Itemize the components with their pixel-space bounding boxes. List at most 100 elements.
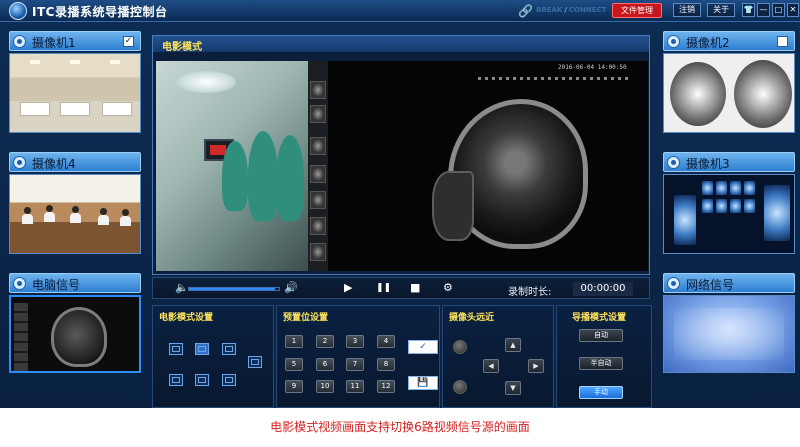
camera-3-label: 摄像机3: [686, 157, 730, 171]
stop-button[interactable]: ■: [410, 282, 420, 294]
status-separator: /: [564, 6, 567, 14]
layout-pip-right-button[interactable]: [248, 356, 262, 368]
person: [22, 214, 33, 224]
preset-confirm-button[interactable]: ✓: [408, 340, 438, 354]
ct-slice: [744, 199, 755, 213]
mri-thumbnail: [310, 191, 326, 209]
settings-gear-icon[interactable]: ⚙: [443, 282, 453, 294]
camera-icon: [13, 156, 26, 169]
preset-settings-title: 预置位设置: [283, 313, 329, 323]
bed: [20, 102, 50, 116]
mri-series-strip: [308, 61, 328, 271]
person: [44, 212, 55, 222]
camera-1-checkbox[interactable]: ✓: [123, 36, 134, 47]
camera-icon: [13, 35, 26, 48]
caption-text: 电影模式视频画面支持切换6路视频信号源的画面: [270, 420, 530, 434]
preset-button[interactable]: 2: [316, 335, 334, 348]
mri-face-profile: [432, 171, 474, 241]
surgeon: [222, 141, 248, 211]
layout-pip-left-button[interactable]: [169, 374, 183, 386]
camera-4-label: 摄像机4: [32, 157, 76, 171]
maximize-icon[interactable]: □: [772, 3, 785, 17]
video-mode-title: 电影模式: [162, 42, 202, 53]
preset-button[interactable]: 11: [346, 380, 364, 393]
volume-slider-fill: [189, 288, 275, 290]
director-mode-title: 导播模式设置: [572, 313, 627, 323]
link-icon: 🔗: [518, 4, 533, 18]
pc-signal-preview[interactable]: [9, 295, 141, 373]
person: [24, 207, 31, 214]
mode-auto-button[interactable]: 自动: [579, 329, 623, 342]
network-signal-preview[interactable]: [663, 295, 795, 373]
title-bar: ITC录播系统导播控制台 🔗 BREAK / CONNECT 文件管理 注销 关于 …: [0, 0, 800, 22]
minimize-icon[interactable]: —: [757, 3, 770, 17]
mode-manual-button[interactable]: 手动: [579, 386, 623, 399]
xray-image: [734, 60, 792, 128]
about-button[interactable]: 关于: [707, 3, 735, 17]
mri-thumbnail: [310, 217, 326, 235]
zoom-in-button[interactable]: [453, 340, 467, 354]
preset-button[interactable]: 12: [377, 380, 395, 393]
layout-quad-button[interactable]: [195, 374, 209, 386]
preset-button[interactable]: 3: [346, 335, 364, 348]
volume-high-icon[interactable]: 🔊: [284, 282, 298, 294]
network-signal-header[interactable]: 网络信号: [663, 273, 795, 293]
pan-down-button[interactable]: ▼: [505, 381, 521, 395]
mri-thumbnail: [310, 165, 326, 183]
camera-zoom-title: 摄像头远近: [449, 313, 495, 323]
camera-1-label: 摄像机1: [32, 36, 76, 50]
ct-slice: [702, 199, 713, 213]
camera-2-preview[interactable]: [663, 53, 795, 133]
file-manage-button[interactable]: 文件管理: [612, 3, 662, 18]
preset-button[interactable]: 6: [316, 358, 334, 371]
preset-button[interactable]: 8: [377, 358, 395, 371]
program-output-video[interactable]: 2016-06-04 14:00:50: [156, 61, 648, 271]
pan-right-button[interactable]: ▶: [528, 359, 544, 373]
preset-button[interactable]: 7: [346, 358, 364, 371]
preset-button[interactable]: 4: [377, 335, 395, 348]
camera-1-header[interactable]: 摄像机1 ✓: [9, 31, 141, 51]
preset-button[interactable]: 1: [285, 335, 303, 348]
pan-up-button[interactable]: ▲: [505, 338, 521, 352]
camera-icon: [667, 35, 680, 48]
layout-single-button[interactable]: [169, 343, 183, 355]
movie-mode-settings-title: 电影模式设置: [159, 313, 214, 323]
video-title-bar: 电影模式: [153, 36, 649, 53]
camera-4-preview[interactable]: [9, 174, 141, 254]
network-signal-label: 网络信号: [686, 278, 735, 292]
layout-pip-button[interactable]: [222, 343, 236, 355]
preset-save-icon[interactable]: 💾: [408, 376, 438, 390]
camera-2-label: 摄像机2: [686, 36, 730, 50]
pan-left-button[interactable]: ◀: [483, 359, 499, 373]
connection-status: BREAK / CONNECT: [536, 6, 606, 14]
volume-low-icon[interactable]: 🔈: [175, 282, 189, 294]
movie-mode-settings-panel: 电影模式设置: [152, 305, 274, 408]
ceiling-light: [70, 60, 80, 64]
skin-icon[interactable]: 👕: [742, 3, 755, 17]
close-icon[interactable]: ✕: [787, 3, 799, 17]
mode-semi-auto-button[interactable]: 半自动: [579, 357, 623, 370]
camera-1-preview[interactable]: [9, 53, 141, 133]
preset-button[interactable]: 9: [285, 380, 303, 393]
pause-button[interactable]: ❚❚: [376, 282, 391, 294]
mri-thumbnail: [310, 137, 326, 155]
layout-multi-button[interactable]: [222, 374, 236, 386]
mri-thumbnail-strip: [14, 303, 28, 371]
camera-3-header[interactable]: 摄像机3: [663, 152, 795, 172]
ct-slice: [674, 195, 696, 245]
camera-icon: [13, 277, 26, 290]
play-button[interactable]: ▶: [344, 282, 352, 294]
camera-2-header[interactable]: 摄像机2: [663, 31, 795, 51]
console-body: 摄像机1 ✓ 摄像机4 电脑信号 摄像机2 摄像机3 网络信号 电影模式 201…: [0, 22, 800, 408]
preset-button[interactable]: 5: [285, 358, 303, 371]
logout-button[interactable]: 注销: [673, 3, 701, 17]
camera-4-header[interactable]: 摄像机4: [9, 152, 141, 172]
camera-2-checkbox[interactable]: [777, 36, 788, 47]
layout-split-button[interactable]: [195, 343, 209, 355]
preset-button[interactable]: 10: [316, 380, 334, 393]
camera-3-preview[interactable]: [663, 174, 795, 254]
person: [72, 206, 79, 213]
pc-signal-header[interactable]: 电脑信号: [9, 273, 141, 293]
volume-slider[interactable]: [188, 287, 280, 291]
zoom-out-button[interactable]: [453, 380, 467, 394]
